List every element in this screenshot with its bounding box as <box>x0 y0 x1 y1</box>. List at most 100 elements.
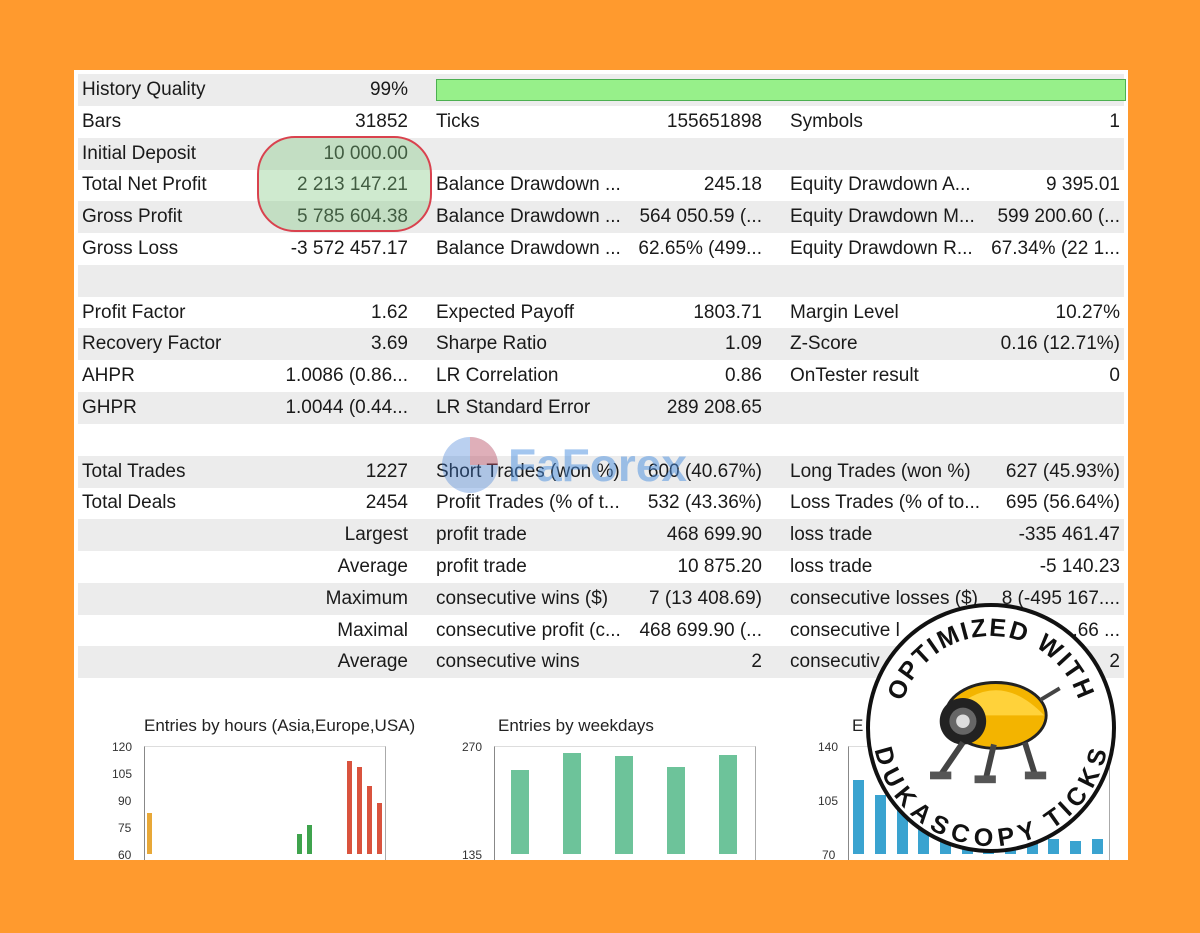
stat-label: profit trade <box>436 524 527 546</box>
stat-value: 0 <box>1109 365 1120 387</box>
bar <box>146 813 152 854</box>
y-tick: 135 <box>462 848 483 860</box>
table-row: Average profit trade 10 875.20 loss trade -5… <box>78 551 1124 583</box>
bar <box>875 794 886 854</box>
bar <box>366 785 372 854</box>
stat-value: 627 (45.93%) <box>1005 460 1120 482</box>
table-row: Largest profit trade 468 699.90 loss trade -… <box>78 519 1124 552</box>
bar <box>356 766 362 854</box>
history-quality-bar <box>436 79 1126 101</box>
stat-label: Expected Payoff <box>436 301 575 323</box>
stat-value: -5 140.23 <box>1039 556 1120 577</box>
stat-value: 1.62 <box>371 301 408 323</box>
stat-value <box>618 138 762 170</box>
bar <box>1070 840 1081 854</box>
y-tick: 120 <box>112 740 133 754</box>
stat-label <box>436 265 636 297</box>
chart-title: E <box>852 716 864 735</box>
stat-group-label: Maximal <box>337 619 408 641</box>
bar <box>667 767 685 854</box>
stat-label: Balance Drawdown ... <box>436 206 621 228</box>
stat-value: 99% <box>369 79 408 100</box>
table-row: Gross Profit 5 785 604.38 Balance Drawdown… <box>78 201 1124 234</box>
stat-value: -3 572 457.17 <box>290 238 408 259</box>
stat-label: Balance Drawdown ... <box>436 174 621 196</box>
stat-value: 10.27% <box>1055 301 1120 323</box>
highlight-oval <box>257 136 432 232</box>
stat-label: LR Correlation <box>436 365 559 387</box>
watermark-text: FaForex <box>508 439 687 491</box>
stat-group-label: Largest <box>344 524 408 546</box>
stat-value: 155651898 <box>666 110 762 132</box>
stat-group-label: Average <box>337 651 408 673</box>
chart-entries-by-weekdays: Entries by weekdays 270 135 <box>454 710 774 860</box>
bar <box>719 754 737 854</box>
chart-title: Entries by weekdays <box>498 716 654 735</box>
bar <box>563 753 581 854</box>
stat-label: Ticks <box>436 110 480 132</box>
stat-value: 31852 <box>355 110 408 132</box>
stat-value: 245.18 <box>703 174 762 196</box>
bar <box>615 755 633 854</box>
stat-value: 1227 <box>365 460 408 482</box>
stat-value: 599 200.60 (... <box>997 206 1120 228</box>
robot-bug-icon <box>930 681 1061 784</box>
stat-value: 0.86 <box>725 365 762 387</box>
bar <box>511 770 529 854</box>
stat-value: 289 208.65 <box>666 397 762 418</box>
chart-title: Entries by hours (Asia,Europe,USA) <box>144 716 416 735</box>
stat-label: consecutive profit (c... <box>436 619 621 641</box>
stat-group-label: Maximum <box>325 587 408 609</box>
table-row: GHPR 1.0044 (0.44... LR Standard Error 289 … <box>78 392 1124 424</box>
bar <box>296 834 302 854</box>
chart-entries-by-hours: Entries by hours (Asia,Europe,USA) 120 1… <box>78 710 415 860</box>
bar <box>376 802 382 854</box>
stat-value: 1.09 <box>725 333 762 355</box>
y-tick: 105 <box>112 767 133 781</box>
table-row: Recovery Factor 3.69 Sharpe Ratio 1.09 Z-Sco… <box>78 328 1124 361</box>
stat-label <box>436 138 636 170</box>
stat-label: Balance Drawdown ... <box>436 238 621 259</box>
bar <box>1091 839 1103 854</box>
table-row: Total Net Profit 2 213 147.21 Balance Draw… <box>78 169 1124 201</box>
stat-value <box>618 678 762 710</box>
stat-value: 1.0044 (0.44... <box>285 397 408 418</box>
bar <box>306 825 312 854</box>
y-tick: 90 <box>118 794 132 808</box>
stat-value <box>618 265 762 297</box>
stat-value <box>958 424 1120 456</box>
stat-label: consecutive wins ($) <box>436 587 609 609</box>
stat-value: 7 (13 408.69) <box>648 587 762 609</box>
y-tick: 60 <box>118 848 132 860</box>
table-row <box>78 264 1124 297</box>
stat-value <box>258 265 408 297</box>
table-row: Gross Loss -3 572 457.17 Balance Drawdown … <box>78 233 1124 265</box>
y-tick: 105 <box>818 794 839 808</box>
stat-value: 2454 <box>365 492 408 514</box>
bar <box>853 779 865 854</box>
stat-value: 564 050.59 (... <box>639 206 762 228</box>
stat-value <box>958 138 1120 170</box>
stat-value: 1.0086 (0.86... <box>285 365 408 387</box>
stat-value: 1 <box>1109 110 1120 132</box>
y-tick: 75 <box>118 821 132 835</box>
y-tick: 270 <box>462 740 483 754</box>
table-row: Initial Deposit 10 000.00 <box>78 137 1124 170</box>
stat-value: 9 395.01 <box>1046 174 1120 196</box>
stat-group-label: Average <box>337 556 408 577</box>
bar <box>1048 839 1060 854</box>
stat-value: 1803.71 <box>693 301 762 323</box>
stat-value <box>958 265 1120 297</box>
stat-label: Sharpe Ratio <box>436 333 547 355</box>
bar <box>346 761 352 854</box>
table-row: Profit Factor 1.62 Expected Payoff 1803.71 M… <box>78 297 1124 329</box>
stat-label: consecutive wins <box>436 651 580 673</box>
stat-value: 2 <box>751 651 762 673</box>
stat-value: 0.16 (12.71%) <box>1000 333 1120 355</box>
y-tick: 70 <box>822 848 836 860</box>
faforex-watermark-logo: FaForex <box>442 437 687 493</box>
stat-value: 3.69 <box>371 333 408 355</box>
stat-value: -335 461.47 <box>1018 524 1120 546</box>
stat-value: 10 875.20 <box>677 556 762 577</box>
stat-value <box>258 678 408 710</box>
